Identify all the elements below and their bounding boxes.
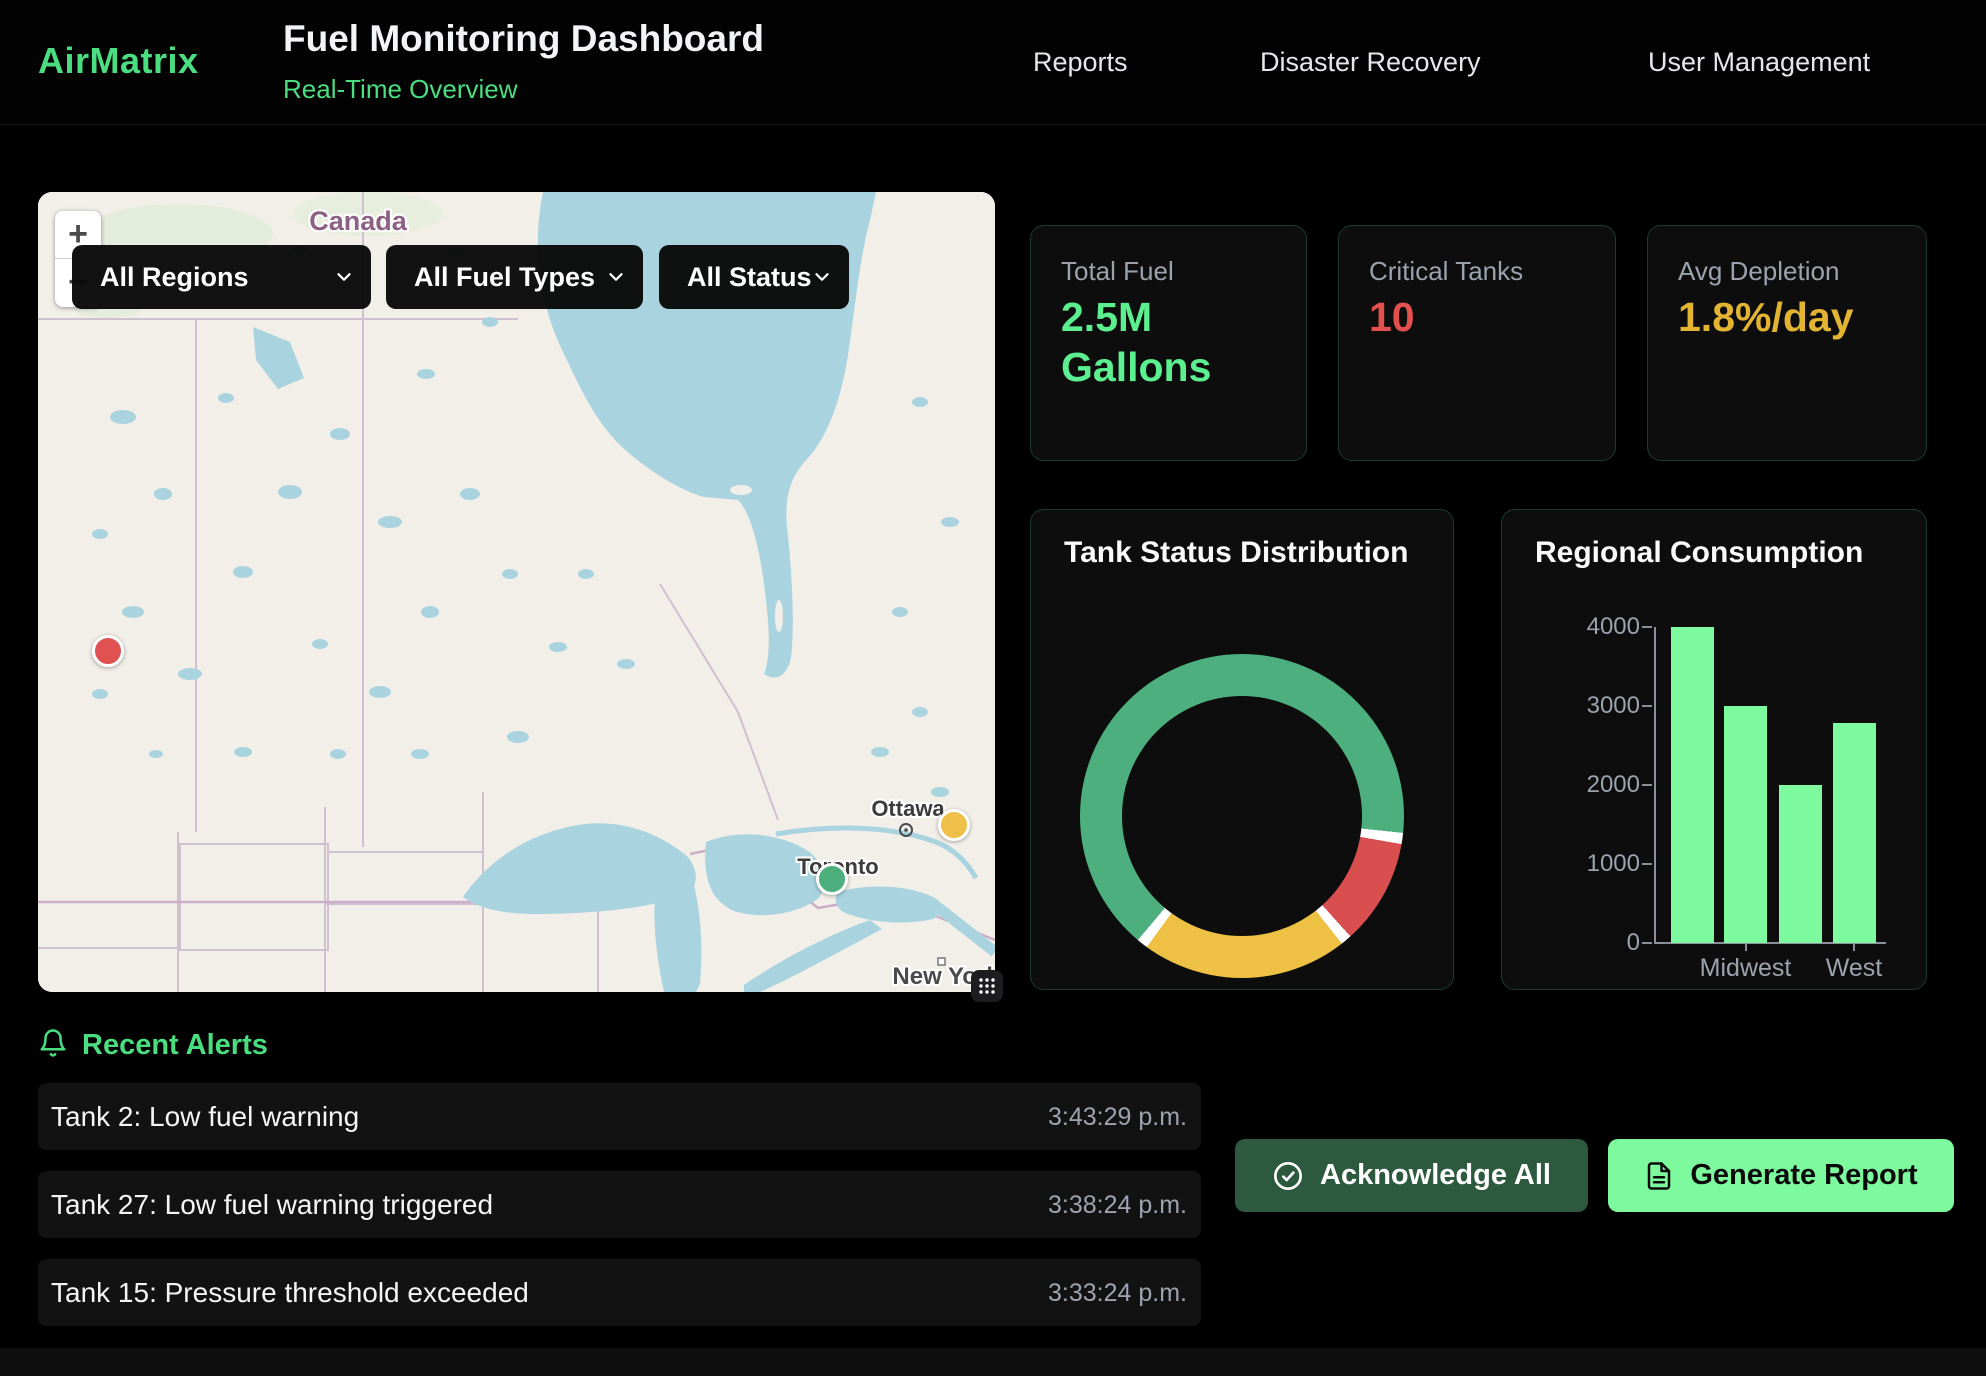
alert-timestamp: 3:38:24 p.m. <box>1048 1191 1187 1220</box>
acknowledge-all-button[interactable]: Acknowledge All <box>1235 1139 1588 1212</box>
stat-card-avg-depletion: Avg Depletion 1.8%/day <box>1647 225 1927 461</box>
y-axis-line <box>1654 627 1656 943</box>
y-tick-mark <box>1642 942 1652 944</box>
fuel-map[interactable]: Canada Ottawa Toronto New York + − All R… <box>38 192 995 992</box>
stat-value: 1.8%/day <box>1678 292 1848 342</box>
regional-consumption-card: Regional Consumption 01000200030004000Mi… <box>1501 509 1927 990</box>
nav-disaster-recovery[interactable]: Disaster Recovery <box>1260 47 1481 78</box>
stat-value: 2.5M Gallons <box>1061 292 1231 392</box>
bar-region-1 <box>1671 627 1714 943</box>
stat-card-total-fuel: Total Fuel 2.5M Gallons <box>1030 225 1307 461</box>
app-logo: AirMatrix <box>38 40 199 82</box>
donut-chart <box>1080 654 1404 978</box>
fuel-type-filter-select[interactable]: All Fuel Types <box>386 245 643 309</box>
tank-status-card: Tank Status Distribution <box>1030 509 1454 990</box>
y-tick-label: 2000 <box>1502 771 1640 799</box>
alert-message: Tank 27: Low fuel warning triggered <box>51 1189 493 1221</box>
document-icon <box>1644 1161 1674 1191</box>
tank-marker-warning[interactable] <box>938 809 970 841</box>
donut-hole <box>1122 696 1362 936</box>
bar-West <box>1833 723 1876 943</box>
generate-report-button[interactable]: Generate Report <box>1608 1139 1954 1212</box>
header: AirMatrix Fuel Monitoring Dashboard Real… <box>0 0 1986 125</box>
alerts-heading: Recent Alerts <box>82 1029 268 1062</box>
alert-row: Tank 15: Pressure threshold exceeded 3:3… <box>38 1259 1201 1326</box>
bar-region-3 <box>1779 785 1822 943</box>
x-tick-label: West <box>1784 954 1924 983</box>
y-tick-mark <box>1642 784 1652 786</box>
tank-marker-normal[interactable] <box>816 863 848 895</box>
alert-timestamp: 3:43:29 p.m. <box>1048 1103 1187 1132</box>
nav-user-management[interactable]: User Management <box>1648 47 1870 78</box>
map-canvas[interactable]: Canada Ottawa Toronto New York + − All R… <box>38 192 995 992</box>
bottom-strip <box>0 1348 1986 1376</box>
x-tick-mark <box>1745 943 1747 951</box>
resize-grip-icon[interactable] <box>971 970 1003 1002</box>
region-filter-value: All Regions <box>100 262 249 293</box>
stat-label: Avg Depletion <box>1678 256 1839 287</box>
alert-message: Tank 2: Low fuel warning <box>51 1101 359 1133</box>
y-tick-label: 3000 <box>1502 692 1640 720</box>
generate-report-label: Generate Report <box>1690 1159 1917 1192</box>
fuel-type-filter-value: All Fuel Types <box>414 262 595 293</box>
chevron-down-icon <box>333 266 355 288</box>
y-tick-mark <box>1642 705 1652 707</box>
bar-chart: 01000200030004000MidwestWest <box>1502 510 1926 989</box>
map-graphic: Canada Ottawa Toronto New York <box>38 192 995 992</box>
check-circle-icon <box>1272 1160 1304 1192</box>
tank-marker-critical[interactable] <box>92 635 124 667</box>
y-tick-label: 1000 <box>1502 850 1640 878</box>
chart-title: Tank Status Distribution <box>1064 536 1408 570</box>
map-label-canada: Canada <box>309 206 408 236</box>
stat-value: 10 <box>1369 292 1539 342</box>
y-tick-mark <box>1642 626 1652 628</box>
nav-reports[interactable]: Reports <box>1033 47 1128 78</box>
alert-row: Tank 2: Low fuel warning 3:43:29 p.m. <box>38 1083 1201 1150</box>
stat-card-critical-tanks: Critical Tanks 10 <box>1338 225 1616 461</box>
region-filter-select[interactable]: All Regions <box>72 245 371 309</box>
bell-icon <box>38 1028 68 1058</box>
chevron-down-icon <box>811 266 833 288</box>
town-icon <box>938 958 945 965</box>
y-tick-label: 4000 <box>1502 613 1640 641</box>
status-filter-select[interactable]: All Status <box>659 245 849 309</box>
alert-row: Tank 27: Low fuel warning triggered 3:38… <box>38 1171 1201 1238</box>
chevron-down-icon <box>605 266 627 288</box>
y-tick-mark <box>1642 863 1652 865</box>
bar-Midwest <box>1724 706 1767 943</box>
stat-label: Total Fuel <box>1061 256 1174 287</box>
alert-message: Tank 15: Pressure threshold exceeded <box>51 1277 529 1309</box>
status-filter-value: All Status <box>687 262 812 293</box>
page-subtitle: Real-Time Overview <box>283 74 518 105</box>
page-title: Fuel Monitoring Dashboard <box>283 18 764 60</box>
y-tick-label: 0 <box>1502 929 1640 957</box>
map-label-ottawa: Ottawa <box>871 796 945 821</box>
alert-timestamp: 3:33:24 p.m. <box>1048 1279 1187 1308</box>
stat-label: Critical Tanks <box>1369 256 1523 287</box>
acknowledge-all-label: Acknowledge All <box>1320 1159 1551 1192</box>
x-tick-mark <box>1853 943 1855 951</box>
